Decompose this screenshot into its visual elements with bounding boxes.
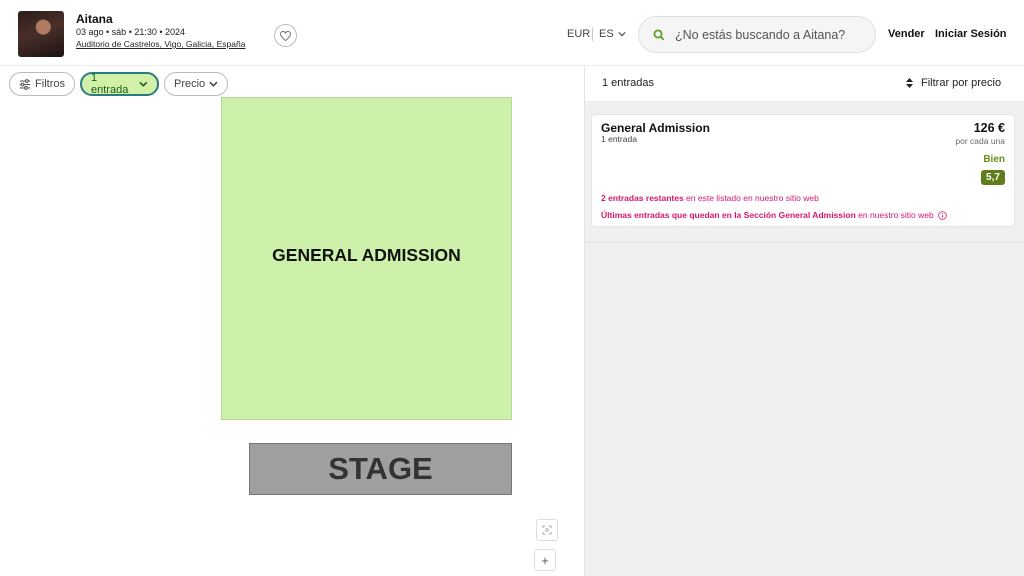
quantity-label: 1 entrada xyxy=(91,72,129,96)
favorite-button[interactable] xyxy=(274,24,297,47)
plus-icon: + xyxy=(541,552,549,568)
chevron-down-icon xyxy=(139,81,148,87)
sort-label: Filtrar por precio xyxy=(921,77,1002,89)
price-label: Precio xyxy=(174,78,206,90)
sliders-icon xyxy=(19,78,31,90)
remaining-tickets-bold: 2 entradas restantes xyxy=(601,193,684,203)
remaining-tickets-rest: en este listado en nuestro sitio web xyxy=(683,193,819,203)
price-filter[interactable]: Precio xyxy=(164,72,228,96)
sell-link[interactable]: Vender xyxy=(888,28,925,40)
fit-view-button[interactable] xyxy=(536,519,558,541)
event-date: 03 ago • sáb • 21:30 • 2024 xyxy=(76,27,186,37)
last-tickets-note: Últimas entradas que quedan en la Secció… xyxy=(601,210,947,220)
listings-toolbar: 1 entradas Filtrar por precio xyxy=(585,66,1024,102)
section-general-admission[interactable]: GENERAL ADMISSION xyxy=(221,97,512,420)
chevron-down-icon xyxy=(618,31,626,37)
sort-by-price-button[interactable]: Filtrar por precio xyxy=(906,77,1001,89)
section-label: GENERAL ADMISSION xyxy=(272,245,461,265)
remaining-tickets-note: 2 entradas restantes en este listado en … xyxy=(601,193,819,203)
seat-map[interactable]: GENERAL ADMISSION STAGE xyxy=(0,97,514,576)
divider xyxy=(592,27,593,41)
event-title[interactable]: Aitana xyxy=(76,12,113,26)
fit-view-icon xyxy=(542,525,552,535)
heart-icon xyxy=(280,30,291,41)
filters-button[interactable]: Filtros xyxy=(9,72,75,96)
stage-area: STAGE xyxy=(249,443,512,495)
stage-label: STAGE xyxy=(328,451,433,486)
event-thumbnail[interactable] xyxy=(18,11,64,57)
sort-icon xyxy=(906,78,913,88)
listing-rating-label: Bien xyxy=(983,154,1005,165)
divider xyxy=(585,241,1024,243)
event-venue-link[interactable]: Auditorio de Castrelos, Vigo, Galicia, E… xyxy=(76,39,245,49)
quantity-filter[interactable]: 1 entrada xyxy=(80,72,159,96)
currency-selector[interactable]: EUR xyxy=(567,28,590,40)
login-link[interactable]: Iniciar Sesión xyxy=(935,28,1007,40)
filters-label: Filtros xyxy=(35,78,65,90)
search-bar[interactable] xyxy=(638,16,876,53)
listing-rating-score: 5,7 xyxy=(981,170,1005,185)
listing-price-note: por cada una xyxy=(955,136,1005,146)
listings-count: 1 entradas xyxy=(602,77,654,89)
top-header: Aitana 03 ago • sáb • 21:30 • 2024 Audit… xyxy=(0,0,1024,66)
info-icon[interactable] xyxy=(937,210,947,220)
listings-panel: 1 entradas Filtrar por precio General Ad… xyxy=(584,66,1024,576)
listing-section: General Admission xyxy=(601,121,710,135)
listing-quantity: 1 entrada xyxy=(601,134,637,144)
zoom-in-button[interactable]: + xyxy=(534,549,556,571)
search-input[interactable] xyxy=(675,27,855,42)
listing-price: 126 € xyxy=(973,121,1005,135)
last-tickets-rest: en nuestro sitio web xyxy=(855,210,934,220)
listing-card[interactable]: General Admission 1 entrada 126 € por ca… xyxy=(591,114,1015,227)
search-icon xyxy=(653,29,665,40)
chevron-down-icon xyxy=(209,81,218,87)
language-selector[interactable]: ES xyxy=(599,28,626,40)
language-label: ES xyxy=(599,28,614,40)
last-tickets-bold: Últimas entradas que quedan en la Secció… xyxy=(601,210,856,220)
